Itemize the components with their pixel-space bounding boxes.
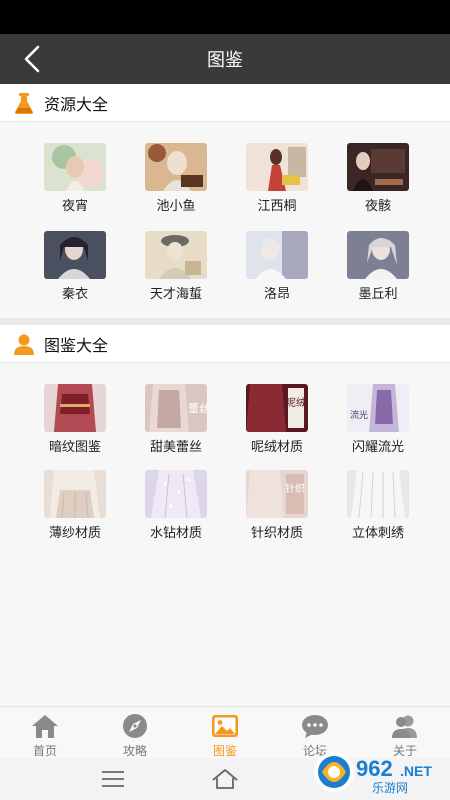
item-label: 秦衣 <box>61 287 88 302</box>
item-label: 墨丘利 <box>358 287 398 302</box>
catalog-item[interactable]: 呢绒 呢绒材质 <box>237 384 317 455</box>
resource-item[interactable]: 池小鱼 <box>136 143 216 214</box>
resource-item[interactable]: 天才海蜇 <box>136 231 216 302</box>
section-header-resources: 资源大全 <box>0 84 450 122</box>
tab-home[interactable]: 首页 <box>0 707 90 759</box>
material-thumbnail <box>44 384 106 432</box>
tab-gallery[interactable]: 图鉴 <box>180 707 270 759</box>
item-label: 呢绒材质 <box>250 440 303 455</box>
section-header-catalog: 图鉴大全 <box>0 325 450 363</box>
users-icon <box>392 715 417 738</box>
watermark-suffix: .NET <box>400 763 432 779</box>
item-label: 闪耀流光 <box>351 440 404 455</box>
material-thumbnail: 针织 <box>246 470 308 518</box>
item-label: 天才海蜇 <box>149 287 202 302</box>
item-label: 水钻材质 <box>149 526 202 541</box>
item-label: 夜宵 <box>61 199 88 214</box>
chat-icon <box>302 715 328 738</box>
watermark-logo: 962 .NET 乐游网 <box>312 748 446 796</box>
character-thumbnail <box>145 231 207 279</box>
tab-label: 图鉴 <box>212 744 237 758</box>
tab-guides[interactable]: 攻略 <box>90 707 180 759</box>
item-label: 针织材质 <box>250 526 303 541</box>
material-thumbnail: 呢绒 <box>246 384 308 432</box>
character-thumbnail <box>246 231 308 279</box>
resource-item[interactable]: 夜骸 <box>338 143 418 214</box>
compass-icon <box>123 714 147 738</box>
status-bar <box>0 0 450 34</box>
overlay-text: 针织 <box>285 482 305 495</box>
material-thumbnail <box>44 470 106 518</box>
character-thumbnail <box>44 143 106 191</box>
resource-item[interactable]: 江西桐 <box>237 143 317 214</box>
resource-item[interactable]: 洛昂 <box>237 231 317 302</box>
resource-item[interactable]: 墨丘利 <box>338 231 418 302</box>
material-thumbnail <box>145 470 207 518</box>
item-label: 薄纱材质 <box>48 526 101 541</box>
character-thumbnail <box>246 143 308 191</box>
item-label: 甜美蕾丝 <box>149 440 202 455</box>
catalog-item[interactable]: 蕾丝 甜美蕾丝 <box>136 384 216 455</box>
menu-button[interactable] <box>98 766 128 792</box>
item-label: 暗纹图鉴 <box>48 440 101 455</box>
resource-item[interactable]: 夜宵 <box>35 143 115 214</box>
catalog-item[interactable]: 水钻材质 <box>136 470 216 541</box>
section-divider <box>0 318 450 325</box>
character-thumbnail <box>44 231 106 279</box>
section-title: 图鉴大全 <box>44 335 109 355</box>
item-label: 夜骸 <box>364 199 391 214</box>
item-label: 立体刺绣 <box>351 526 404 541</box>
catalog-item[interactable]: 针织 针织材质 <box>237 470 317 541</box>
material-thumbnail: 蕾丝 <box>145 384 207 432</box>
back-button[interactable] <box>18 42 48 76</box>
top-navbar: 图鉴 <box>0 34 450 84</box>
resource-item[interactable]: 秦衣 <box>35 231 115 302</box>
page-title: 图鉴 <box>207 50 243 71</box>
character-thumbnail <box>347 143 409 191</box>
menu-icon <box>102 771 124 787</box>
character-thumbnail <box>347 231 409 279</box>
home-button[interactable] <box>210 766 240 792</box>
material-thumbnail <box>347 470 409 518</box>
catalog-item[interactable]: 薄纱材质 <box>35 470 115 541</box>
tab-label: 首页 <box>32 744 57 758</box>
item-label: 江西桐 <box>257 199 297 214</box>
tab-label: 攻略 <box>122 744 147 758</box>
watermark-main: 962 <box>356 756 393 781</box>
catalog-item[interactable]: 暗纹图鉴 <box>35 384 115 455</box>
item-label: 洛昂 <box>263 287 290 302</box>
catalog-item[interactable]: 流光 闪耀流光 <box>338 384 418 455</box>
overlay-text: 流光 <box>350 409 368 421</box>
overlay-text: 呢绒 <box>286 396 306 409</box>
image-icon <box>212 715 238 737</box>
item-label: 池小鱼 <box>156 199 196 214</box>
user-icon <box>14 334 34 355</box>
watermark-sub: 乐游网 <box>372 781 408 795</box>
section-title: 资源大全 <box>44 94 109 114</box>
catalog-item[interactable]: 立体刺绣 <box>338 470 418 541</box>
material-thumbnail: 流光 <box>347 384 409 432</box>
character-thumbnail <box>145 143 207 191</box>
house-outline-icon <box>212 769 238 789</box>
overlay-text: 蕾丝 <box>188 402 207 415</box>
home-icon <box>32 715 58 738</box>
flask-icon <box>14 92 34 114</box>
chevron-left-icon <box>24 45 40 73</box>
